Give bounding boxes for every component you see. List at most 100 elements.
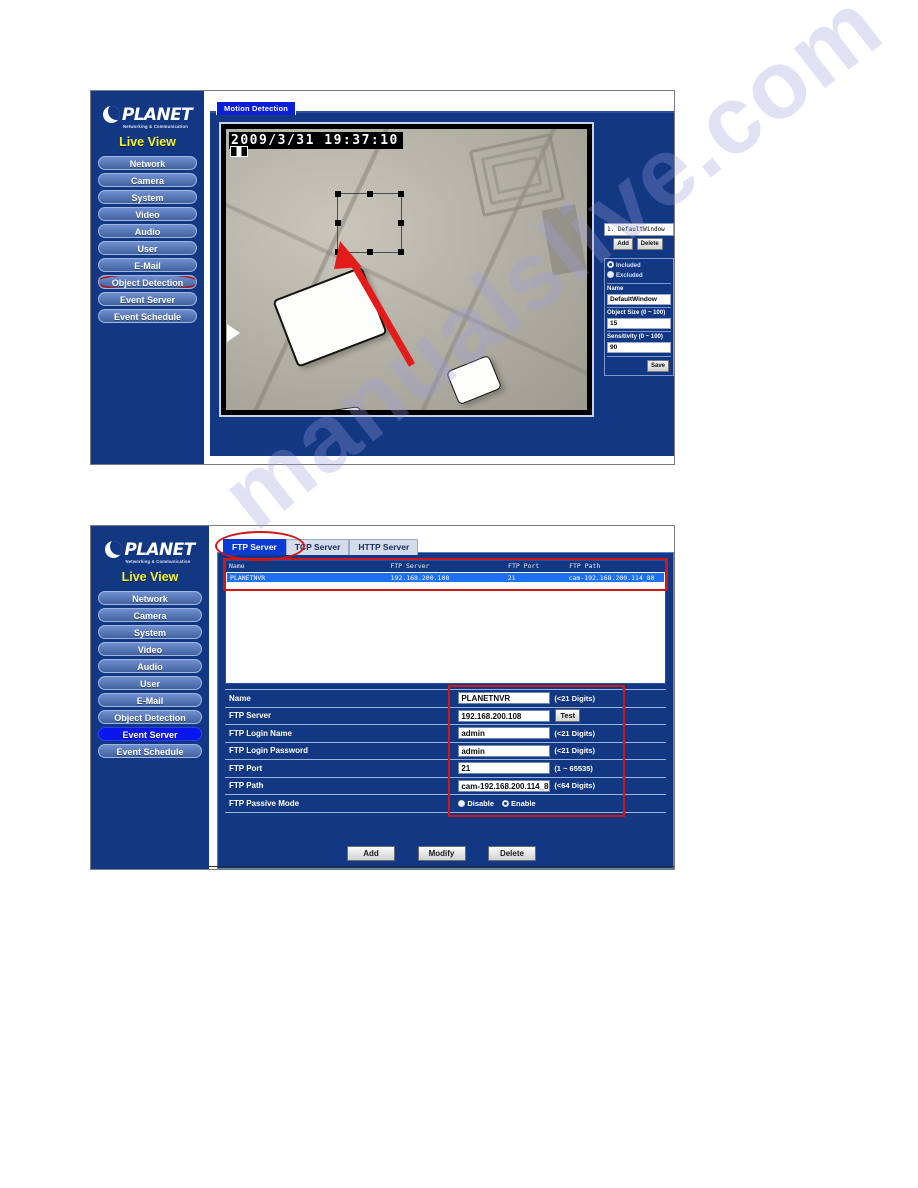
- column-header-path: FTP Path: [569, 562, 601, 570]
- window-properties: Included Excluded Name DefaultWindow Obj…: [604, 258, 674, 376]
- radio-disable-label: Disable: [467, 798, 494, 808]
- label-ftp-server: FTP Server: [229, 711, 272, 721]
- live-view-title: Live View: [121, 570, 179, 584]
- sidebar-nav-motion: Network Camera System Video Audio User E…: [91, 156, 204, 323]
- form-row-passive-mode: FTP Passive Mode Disable Enable: [225, 795, 666, 813]
- hint-ftp-login-name: (<21 Digits): [554, 728, 595, 738]
- radio-dot-icon: [607, 261, 614, 268]
- window-select-dropdown[interactable]: 1. DefaultWindow: [604, 223, 674, 236]
- sidebar-item-network[interactable]: Network: [98, 156, 197, 170]
- sidebar-item-user[interactable]: User: [98, 241, 197, 255]
- label-sensitivity: Sensitivity (0 ~ 100): [607, 331, 671, 342]
- add-window-button[interactable]: Add: [613, 238, 633, 250]
- table-row[interactable]: PLANETNVR 192.168.200.108 21 cam-192.168…: [226, 572, 665, 583]
- input-object-size[interactable]: 15: [607, 318, 671, 329]
- label-name: Name: [229, 693, 251, 703]
- detection-settings-panel: 1. DefaultWindow Add Delete Included Exc…: [604, 223, 674, 376]
- form-row-ftp-server: FTP Server 192.168.200.108 Test: [225, 708, 666, 725]
- hint-ftp-login-password: (<21 Digits): [554, 746, 595, 756]
- sidebar-item-event-schedule[interactable]: Event Schedule: [98, 309, 197, 323]
- sidebar-item-email[interactable]: E-Mail: [98, 693, 202, 707]
- test-button[interactable]: Test: [555, 709, 581, 723]
- sidebar-item-user[interactable]: User: [98, 676, 202, 690]
- input-ftp-server[interactable]: 192.168.200.108: [458, 709, 551, 722]
- sidebar-item-camera[interactable]: Camera: [98, 173, 197, 187]
- sidebar-item-audio[interactable]: Audio: [98, 659, 202, 673]
- add-button[interactable]: Add: [347, 846, 396, 861]
- hint-name: (<21 Digits): [554, 693, 595, 703]
- server-type-tabs: FTP Server TCP Server HTTP Server: [215, 531, 419, 561]
- brand-name: PLANET: [121, 105, 193, 125]
- resize-handle-top-center[interactable]: [366, 191, 373, 197]
- tab-tcp-server[interactable]: TCP Server: [285, 539, 350, 555]
- column-header-server: FTP Server: [390, 562, 430, 570]
- radio-dot-icon: [458, 799, 466, 807]
- column-header-port: FTP Port: [508, 562, 540, 570]
- ftp-content: FTP Server TCP Server HTTP Server Name FTP…: [209, 526, 674, 869]
- planet-moon-icon: [105, 541, 123, 558]
- delete-window-button[interactable]: Delete: [636, 238, 663, 250]
- video-frame: 2009/3/31 19:37:10: [219, 122, 594, 417]
- radio-passive-enable[interactable]: Enable: [502, 799, 536, 808]
- motion-tabbar: Motion Detection: [216, 98, 297, 116]
- radio-enable-label: Enable: [511, 798, 536, 808]
- sidebar-item-event-schedule[interactable]: Event Schedule: [98, 744, 202, 758]
- radio-excluded[interactable]: Excluded: [607, 271, 671, 281]
- sidebar-item-camera[interactable]: Camera: [98, 608, 202, 622]
- list-header-row: Name FTP Server FTP Port FTP Path: [226, 561, 665, 572]
- sidebar-item-system[interactable]: System: [98, 625, 202, 639]
- sidebar-item-network[interactable]: Network: [98, 591, 202, 605]
- motion-detection-screenshot: PLANET Networking & Communication Live V…: [90, 90, 675, 465]
- input-ftp-port[interactable]: 21: [458, 762, 551, 775]
- sidebar-item-object-detection[interactable]: Object Detection: [98, 275, 197, 289]
- tab-motion-detection[interactable]: Motion Detection: [216, 101, 297, 115]
- resize-handle-top-left[interactable]: [335, 191, 341, 197]
- cell-server: 192.168.200.108: [390, 574, 450, 582]
- input-name[interactable]: PLANETNVR: [458, 692, 551, 705]
- server-list[interactable]: Name FTP Server FTP Port FTP Path PLANET…: [225, 560, 666, 684]
- radio-dot-icon: [607, 271, 614, 278]
- input-window-name[interactable]: DefaultWindow: [607, 294, 671, 305]
- video-feed[interactable]: 2009/3/31 19:37:10: [224, 127, 589, 412]
- radio-dot-icon: [502, 799, 509, 807]
- sidebar-item-label: Event Server: [122, 730, 178, 740]
- modify-button[interactable]: Modify: [417, 846, 466, 861]
- delete-button[interactable]: Delete: [487, 846, 536, 861]
- sidebar-item-object-detection[interactable]: Object Detection: [98, 710, 202, 724]
- column-header-name: Name: [229, 562, 245, 570]
- input-ftp-path[interactable]: cam-192.168.200.114_80: [458, 779, 551, 792]
- sidebar-item-audio[interactable]: Audio: [98, 224, 197, 238]
- sidebar-item-email[interactable]: E-Mail: [98, 258, 197, 272]
- window-button-row: Add Delete: [604, 238, 674, 250]
- radio-passive-disable[interactable]: Disable: [458, 799, 494, 808]
- label-ftp-port: FTP Port: [229, 763, 263, 773]
- form-row-name: Name PLANETNVR (<21 Digits): [225, 690, 666, 708]
- brand-logo: PLANET Networking & Communication: [91, 91, 204, 129]
- sidebar-item-event-server[interactable]: Event Server: [98, 727, 202, 741]
- sidebar-item-video[interactable]: Video: [98, 207, 197, 221]
- tab-ftp-server[interactable]: FTP Server: [223, 539, 286, 555]
- resize-handle-middle-right[interactable]: [398, 220, 404, 226]
- hint-ftp-port: (1 ~ 65535): [554, 763, 593, 773]
- sidebar-ftp: PLANET Networking & Communication Live V…: [91, 526, 209, 869]
- input-ftp-login-name[interactable]: admin: [458, 727, 551, 740]
- video-timestamp: 2009/3/31 19:37:10: [229, 132, 403, 149]
- resize-handle-middle-left[interactable]: [335, 220, 341, 226]
- event-server-screenshot: PLANET Networking & Communication Live V…: [90, 525, 675, 870]
- label-ftp-passive-mode: FTP Passive Mode: [229, 798, 300, 808]
- sidebar-item-video[interactable]: Video: [98, 642, 202, 656]
- tab-http-server[interactable]: HTTP Server: [349, 539, 419, 555]
- radio-included[interactable]: Included: [607, 261, 671, 271]
- form-row-port: FTP Port 21 (1 ~ 65535): [225, 760, 666, 778]
- hint-ftp-path: (<64 Digits): [554, 781, 595, 791]
- brand-name: PLANET: [124, 540, 195, 560]
- ftp-settings-form: Name PLANETNVR (<21 Digits) FTP Server 1…: [225, 689, 666, 813]
- input-ftp-login-password[interactable]: admin: [458, 744, 551, 757]
- save-button[interactable]: Save: [646, 360, 669, 372]
- resize-handle-top-right[interactable]: [398, 191, 404, 197]
- sidebar-item-system[interactable]: System: [98, 190, 197, 204]
- ftp-body: Name FTP Server FTP Port FTP Path PLANET…: [217, 552, 674, 869]
- input-sensitivity[interactable]: 90: [607, 342, 671, 353]
- live-view-title: Live View: [119, 135, 176, 149]
- sidebar-item-event-server[interactable]: Event Server: [98, 292, 197, 306]
